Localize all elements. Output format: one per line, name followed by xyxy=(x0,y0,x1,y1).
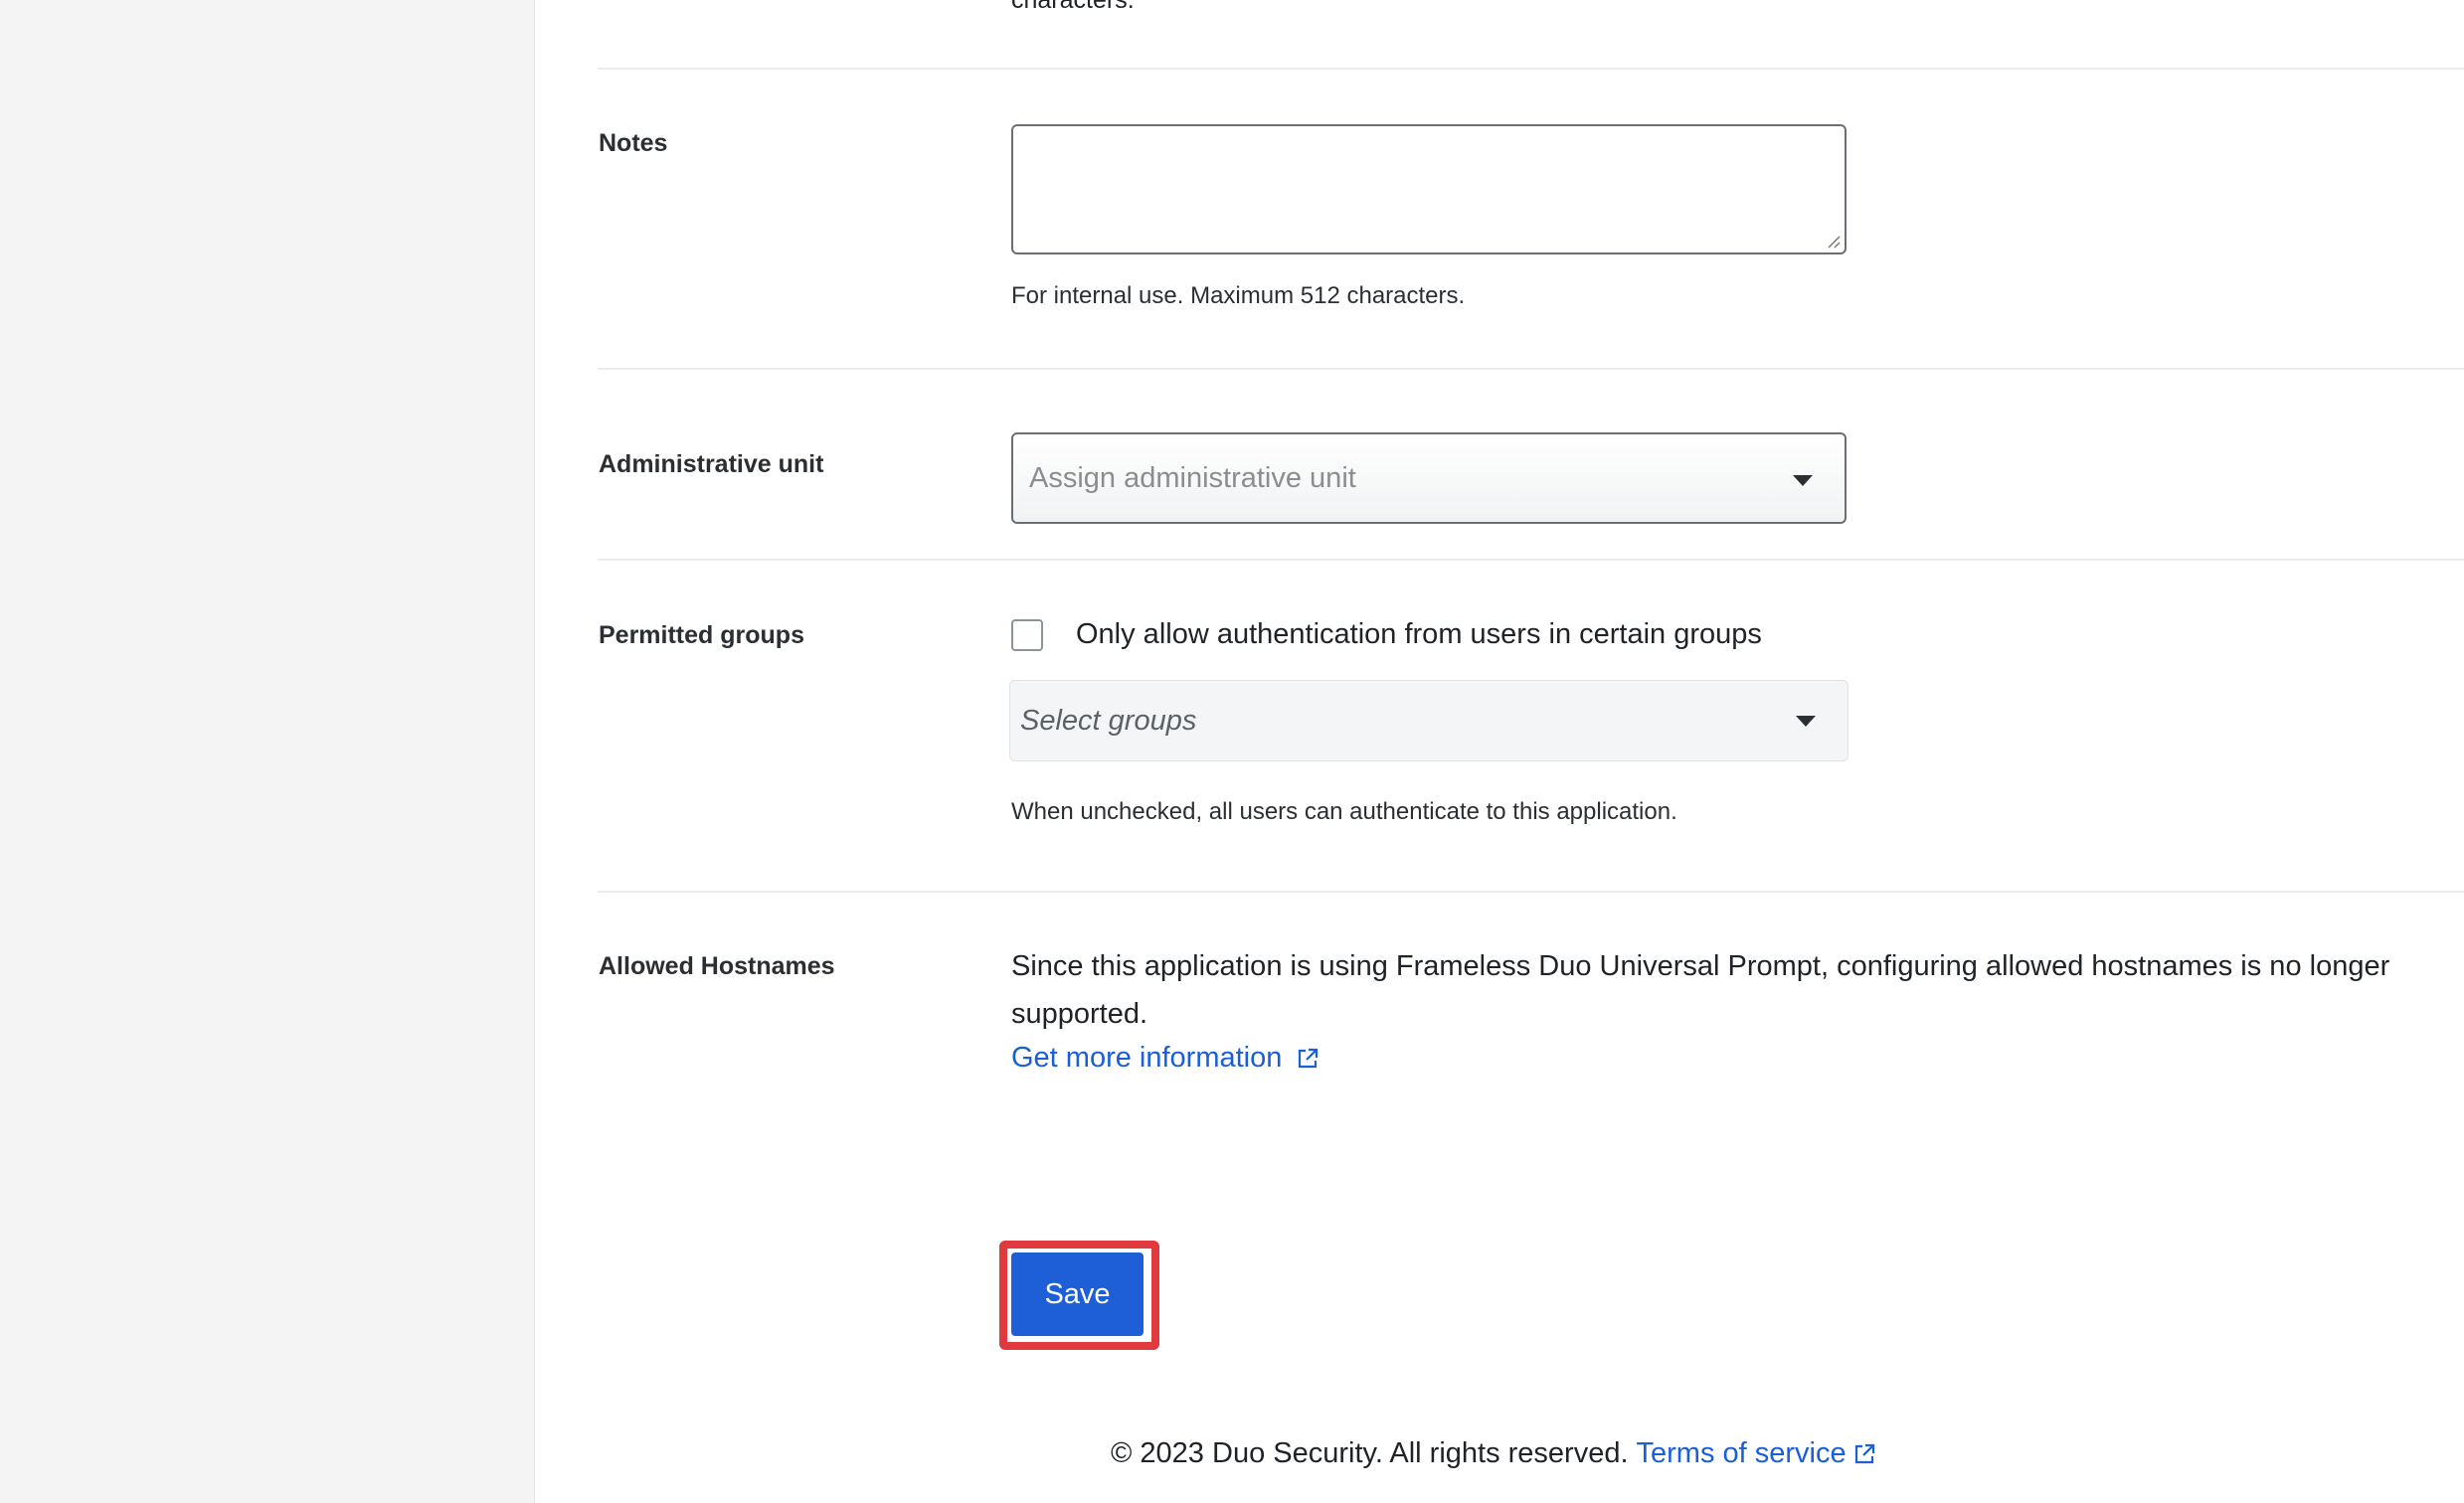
resize-grip-icon[interactable] xyxy=(1825,233,1841,249)
external-link-icon[interactable] xyxy=(1296,1047,1320,1071)
select-groups-dropdown[interactable]: Select groups xyxy=(1009,680,1848,761)
allowed-hostnames-text: Since this application is using Frameles… xyxy=(1011,950,2390,1030)
caret-down-icon xyxy=(1793,475,1813,486)
get-more-information-link[interactable]: Get more information xyxy=(1011,1042,1320,1075)
save-button[interactable]: Save xyxy=(1011,1252,1144,1336)
section-divider xyxy=(598,368,2464,370)
sidebar xyxy=(0,0,535,1503)
admin-unit-placeholder: Assign administrative unit xyxy=(1029,461,1356,494)
permitted-groups-label: Permitted groups xyxy=(599,621,804,649)
section-divider xyxy=(598,559,2464,561)
select-groups-placeholder: Select groups xyxy=(1020,704,1197,737)
external-link-icon[interactable] xyxy=(1852,1442,1876,1466)
permitted-groups-checkbox-label[interactable]: Only allow authentication from users in … xyxy=(1076,618,1762,651)
terms-of-service-link[interactable]: Terms of service xyxy=(1637,1437,1847,1470)
allowed-hostnames-label: Allowed Hostnames xyxy=(599,952,835,980)
permitted-groups-help-text: When unchecked, all users can authentica… xyxy=(1011,798,1677,825)
footer: © 2023 Duo Security. All rights reserved… xyxy=(1111,1437,1876,1470)
caret-down-icon xyxy=(1796,716,1816,727)
main-content: characters. Notes For internal use. Maxi… xyxy=(535,0,2464,1503)
section-divider xyxy=(598,891,2464,893)
section-divider xyxy=(598,68,2464,70)
notes-label: Notes xyxy=(599,129,668,157)
get-more-information-text[interactable]: Get more information xyxy=(1011,1042,1282,1075)
admin-unit-label: Administrative unit xyxy=(599,450,824,478)
notes-textarea[interactable] xyxy=(1011,124,1847,254)
notes-help-text: For internal use. Maximum 512 characters… xyxy=(1011,282,1466,309)
permitted-groups-checkbox-row[interactable]: Only allow authentication from users in … xyxy=(1011,618,1762,651)
footer-copyright: © 2023 Duo Security. All rights reserved… xyxy=(1111,1437,1629,1469)
permitted-groups-checkbox[interactable] xyxy=(1011,618,1043,651)
admin-unit-select[interactable]: Assign administrative unit xyxy=(1011,432,1847,524)
cutoff-help-text: characters. xyxy=(1011,0,1135,14)
